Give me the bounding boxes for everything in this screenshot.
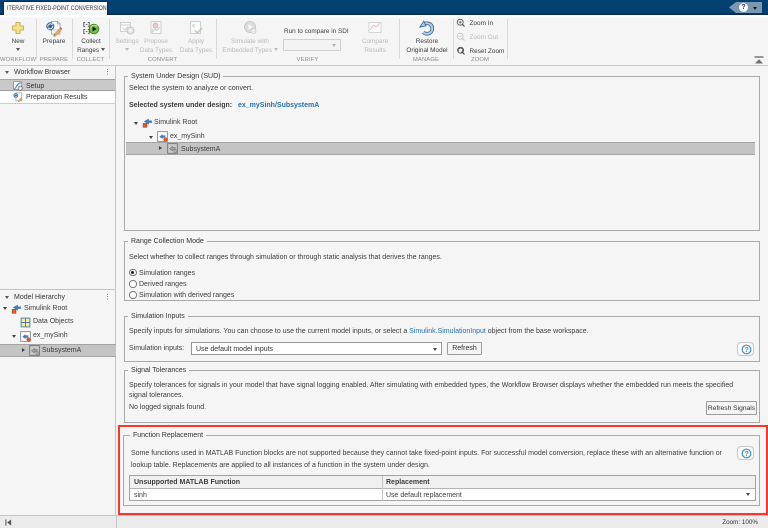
svg-text:?: ?	[744, 347, 748, 354]
